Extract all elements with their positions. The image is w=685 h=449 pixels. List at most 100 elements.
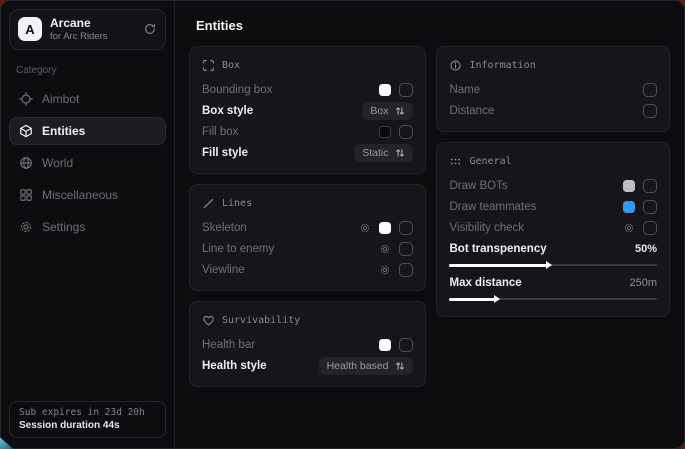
visibility-check-checkbox[interactable] [643,221,657,235]
slider-value: 50% [635,243,657,255]
general-section: General Draw BOTs Draw teammates Visibil… [436,142,670,317]
sidebar-item-entities[interactable]: Entities [9,117,166,145]
name-checkbox[interactable] [643,83,657,97]
setting-row-fill-box: Fill box [202,121,413,142]
sidebar-item-label: World [42,156,73,170]
setting-label: Distance [449,105,635,117]
setting-label: Viewline [202,264,371,276]
category-label: Category [16,65,159,76]
setting-row-bot-transparency: Bot transpenency 50% [449,238,657,259]
setting-label: Name [449,84,635,96]
dropdown-value: Box [370,105,388,117]
setting-row-line-to-enemy: Line to enemy [202,238,413,259]
sidebar-item-label: Aimbot [42,92,79,106]
refresh-icon[interactable] [143,22,157,36]
fill-style-dropdown[interactable]: Static [354,144,413,162]
section-title: Lines [222,198,252,209]
line-to-enemy-checkbox[interactable] [399,242,413,256]
health-style-dropdown[interactable]: Health based [319,357,414,375]
setting-row-skeleton: Skeleton [202,217,413,238]
setting-label: Bot transpenency [449,243,626,255]
sidebar-item-label: Entities [42,124,85,138]
subscription-status-card: Sub expires in 23d 20h Session duration … [9,401,166,438]
globe-icon [19,156,33,170]
gear-icon[interactable] [379,243,391,255]
fill-box-checkbox[interactable] [399,125,413,139]
main-panel: Entities Box Bounding box [175,1,684,448]
setting-label: Skeleton [202,222,351,234]
setting-label: Line to enemy [202,243,371,255]
max-distance-slider[interactable] [449,294,657,303]
brand-logo: A [18,17,42,41]
sidebar-item-miscellaneous[interactable]: Miscellaneous [9,181,166,209]
setting-label: Fill box [202,126,371,138]
sidebar-item-label: Settings [42,220,85,234]
color-swatch[interactable] [379,339,391,351]
sidebar-item-label: Miscellaneous [42,188,118,202]
setting-label: Visibility check [449,222,615,234]
distance-checkbox[interactable] [643,104,657,118]
draw-teammates-checkbox[interactable] [643,200,657,214]
section-title: Information [469,60,535,71]
slider-value: 250m [629,277,657,289]
bounding-box-checkbox[interactable] [399,83,413,97]
setting-row-health-bar: Health bar [202,334,413,355]
survivability-section: Survivability Health bar Health style He… [189,301,426,387]
bot-transparency-slider[interactable] [449,260,657,269]
box-section: Box Bounding box Box style Box [189,46,426,174]
app-window: A Arcane for Arc Riders Category Aimbot [0,0,685,449]
section-title: General [469,156,511,167]
color-swatch[interactable] [379,84,391,96]
dots-grid-icon [449,155,462,168]
setting-label: Bounding box [202,84,371,96]
setting-row-fill-style: Fill style Static [202,142,413,163]
lines-section: Lines Skeleton Line to enemy [189,184,426,291]
skeleton-checkbox[interactable] [399,221,413,235]
setting-row-max-distance: Max distance 250m [449,272,657,293]
info-icon [449,59,462,72]
setting-label: Health style [202,360,311,372]
color-swatch[interactable] [623,180,635,192]
grid-icon [19,188,33,202]
section-title: Box [222,60,240,71]
gear-icon[interactable] [623,222,635,234]
heart-icon [202,314,215,327]
gear-icon[interactable] [359,222,371,234]
sort-arrows-icon [395,361,405,371]
sidebar-item-world[interactable]: World [9,149,166,177]
brand-subtitle: for Arc Riders [50,31,108,43]
setting-label: Max distance [449,277,621,289]
setting-label: Draw BOTs [449,180,615,192]
setting-row-distance: Distance [449,100,657,121]
color-swatch[interactable] [379,126,391,138]
sidebar-item-settings[interactable]: Settings [9,213,166,241]
setting-row-health-style: Health style Health based [202,355,413,376]
page-title: Entities [196,18,670,33]
setting-label: Draw teammates [449,201,615,213]
crosshair-icon [19,92,33,106]
sidebar-item-aimbot[interactable]: Aimbot [9,85,166,113]
setting-row-visibility-check: Visibility check [449,217,657,238]
setting-row-draw-bots: Draw BOTs [449,175,657,196]
brackets-icon [202,59,215,72]
setting-row-viewline: Viewline [202,259,413,280]
setting-row-bounding-box: Bounding box [202,79,413,100]
draw-bots-checkbox[interactable] [643,179,657,193]
brand-card: A Arcane for Arc Riders [9,9,166,50]
sort-arrows-icon [395,148,405,158]
gear-icon[interactable] [379,264,391,276]
viewline-checkbox[interactable] [399,263,413,277]
dropdown-value: Health based [327,360,389,372]
section-title: Survivability [222,315,300,326]
slider-fill [449,298,495,301]
health-bar-checkbox[interactable] [399,338,413,352]
slider-fill [449,264,547,267]
sort-arrows-icon [395,106,405,116]
information-section: Information Name Distance [436,46,670,132]
setting-row-name: Name [449,79,657,100]
setting-row-box-style: Box style Box [202,100,413,121]
session-duration-text: Session duration 44s [19,420,156,431]
color-swatch[interactable] [623,201,635,213]
color-swatch[interactable] [379,222,391,234]
box-style-dropdown[interactable]: Box [362,102,413,120]
